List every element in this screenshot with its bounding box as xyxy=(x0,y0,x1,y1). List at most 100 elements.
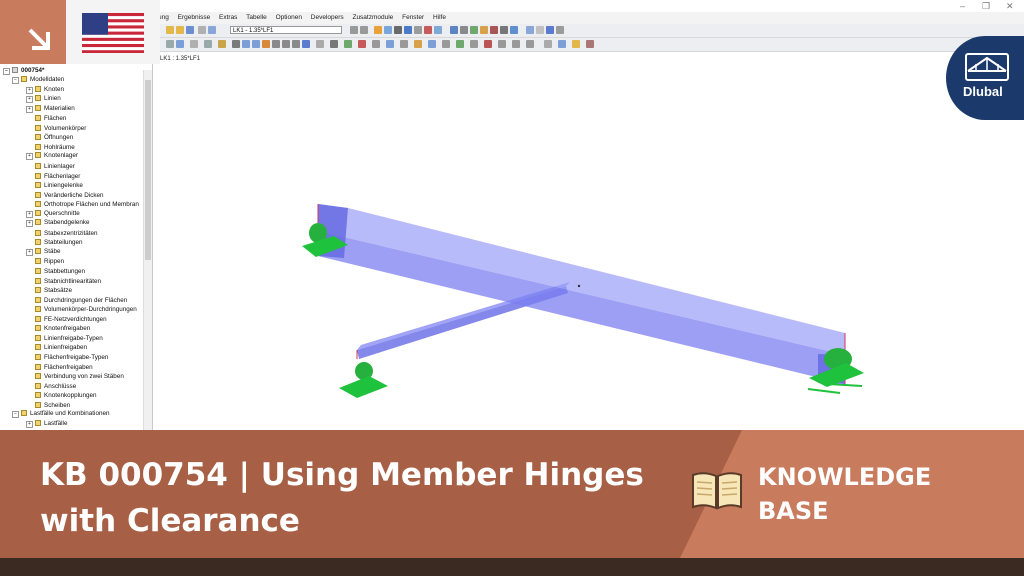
view-z-icon[interactable] xyxy=(292,40,300,48)
window-icon[interactable] xyxy=(526,26,534,34)
expand-icon[interactable]: + xyxy=(26,248,33,256)
save-icon[interactable] xyxy=(186,26,194,34)
restore-icon[interactable]: ❐ xyxy=(982,1,990,11)
language-flag[interactable] xyxy=(66,0,160,64)
iso-view-icon[interactable] xyxy=(302,40,310,48)
solid-icon[interactable] xyxy=(344,40,352,48)
tree-item[interactable]: Verbindung von zwei Stäben xyxy=(26,371,124,380)
tree-item[interactable]: Flächenfreigabe-Typen xyxy=(26,352,108,361)
view-y-icon[interactable] xyxy=(282,40,290,48)
expand-icon[interactable]: + xyxy=(26,420,33,428)
display-icon[interactable] xyxy=(316,40,324,48)
check-icon[interactable] xyxy=(484,40,492,48)
tree-item[interactable]: + Linien xyxy=(26,94,61,104)
table-view-icon[interactable] xyxy=(498,40,506,48)
tree-item[interactable]: Liniengelenke xyxy=(26,180,83,189)
model-viewport[interactable]: LK1 : 1.35*LF1 xyxy=(156,53,1024,430)
support-front[interactable] xyxy=(339,362,388,398)
tree-item[interactable]: Flächen xyxy=(26,113,66,122)
tree-item[interactable]: Hohlräume xyxy=(26,142,75,151)
menu-item-developers[interactable]: Developers xyxy=(311,14,344,21)
menu-item-options[interactable]: Optionen xyxy=(276,14,302,21)
info-icon[interactable] xyxy=(546,26,554,34)
expand-icon[interactable]: + xyxy=(26,210,33,218)
menu-item-addons[interactable]: Zusatzmodule xyxy=(352,14,393,21)
move-icon[interactable] xyxy=(176,40,184,48)
tree-item[interactable]: Knotenfreigaben xyxy=(26,323,90,332)
snap-icon[interactable] xyxy=(414,40,422,48)
expand-icon[interactable]: + xyxy=(26,220,33,228)
export-icon[interactable] xyxy=(512,40,520,48)
menu-item-window[interactable]: Fenster xyxy=(402,14,424,21)
view-x-icon[interactable] xyxy=(272,40,280,48)
ruler-icon[interactable] xyxy=(400,40,408,48)
render-icon[interactable] xyxy=(394,26,402,34)
view-icon[interactable] xyxy=(384,26,392,34)
tree-item[interactable]: + Knoten xyxy=(26,85,64,94)
tree-item[interactable]: Stabnichtlinearitäten xyxy=(26,276,101,285)
grid-icon[interactable] xyxy=(536,26,544,34)
table-icon[interactable] xyxy=(208,26,216,34)
expand-icon[interactable]: + xyxy=(26,153,33,161)
zoom-out-icon[interactable] xyxy=(252,40,260,48)
nodes-icon[interactable] xyxy=(414,26,422,34)
tree-item[interactable]: Scheiben xyxy=(26,400,70,409)
structural-model[interactable] xyxy=(156,53,1024,430)
results-icon[interactable] xyxy=(374,26,382,34)
tree-item[interactable]: + Lastfälle xyxy=(26,419,67,428)
tree-item[interactable]: Orthotrope Flächen und Membran xyxy=(26,199,139,208)
expand-icon[interactable]: + xyxy=(26,86,33,94)
expand-icon[interactable]: + xyxy=(26,96,33,104)
highlight-icon[interactable] xyxy=(572,40,580,48)
tree-item[interactable]: − Lastfälle und Kombinationen xyxy=(12,409,109,419)
main-beam-front[interactable] xyxy=(318,231,845,384)
settings-icon[interactable] xyxy=(586,40,594,48)
zoom-icon[interactable] xyxy=(460,26,468,34)
tree-item[interactable]: Durchdringungen der Flächen xyxy=(26,295,127,304)
collapse-icon[interactable]: − xyxy=(12,411,19,419)
tree-item[interactable]: + Materialien xyxy=(26,104,75,113)
rotate-icon[interactable] xyxy=(204,40,212,48)
tree-item[interactable]: Volumenkörper xyxy=(26,123,86,132)
menu-item-results[interactable]: Ergebnisse xyxy=(178,14,211,21)
tree-item[interactable]: Veränderliche Dicken xyxy=(26,190,104,199)
loads-icon[interactable] xyxy=(424,26,432,34)
tree-item[interactable]: Volumenkörper-Durchdringungen xyxy=(26,304,137,313)
next-icon[interactable] xyxy=(360,26,368,34)
tree-item[interactable]: Stabexzentrizitäten xyxy=(26,228,98,237)
workplane-icon[interactable] xyxy=(470,40,478,48)
menu-item-extras[interactable]: Extras xyxy=(219,14,237,21)
copy-icon[interactable] xyxy=(190,40,198,48)
dimension-icon[interactable] xyxy=(442,40,450,48)
filter2-icon[interactable] xyxy=(526,40,534,48)
tree-item[interactable]: Stabteilungen xyxy=(26,237,83,246)
minimize-icon[interactable]: – xyxy=(960,1,965,11)
mirror-icon[interactable] xyxy=(218,40,226,48)
tree-item[interactable]: Linienfreigabe-Typen xyxy=(26,333,103,342)
tree-item[interactable]: Anschlüsse xyxy=(26,381,76,390)
tree-item[interactable]: Flächenlager xyxy=(26,171,80,180)
calc-icon[interactable] xyxy=(450,26,458,34)
section-icon[interactable] xyxy=(434,26,442,34)
tree-item[interactable]: Flächenfreigaben xyxy=(26,362,93,371)
zoom-in-icon[interactable] xyxy=(242,40,250,48)
tools-icon[interactable] xyxy=(556,26,564,34)
tree-root[interactable]: −000754* xyxy=(3,66,44,75)
grid-snap-icon[interactable] xyxy=(428,40,436,48)
tree-item[interactable]: Knotenkopplungen xyxy=(26,390,97,399)
tree-item[interactable]: + Knotenlager xyxy=(26,151,78,161)
hinge-icon[interactable] xyxy=(480,26,488,34)
tree-item[interactable]: FE-Netzverdichtungen xyxy=(26,314,107,323)
gear-icon[interactable] xyxy=(500,26,508,34)
collapse-icon[interactable]: − xyxy=(3,68,10,75)
tree-item[interactable]: + Stäbe xyxy=(26,247,60,256)
tree-item[interactable]: Rippen xyxy=(26,256,64,265)
tree-item[interactable]: Stabsätze xyxy=(26,285,72,294)
tree-item[interactable]: Linienfreigaben xyxy=(26,342,87,351)
select-icon[interactable] xyxy=(166,40,174,48)
wireframe-icon[interactable] xyxy=(330,40,338,48)
measure-icon[interactable] xyxy=(232,40,240,48)
pan-icon[interactable] xyxy=(262,40,270,48)
tree-item[interactable]: Öffnungen xyxy=(26,132,73,141)
expand-icon[interactable]: + xyxy=(26,105,33,113)
